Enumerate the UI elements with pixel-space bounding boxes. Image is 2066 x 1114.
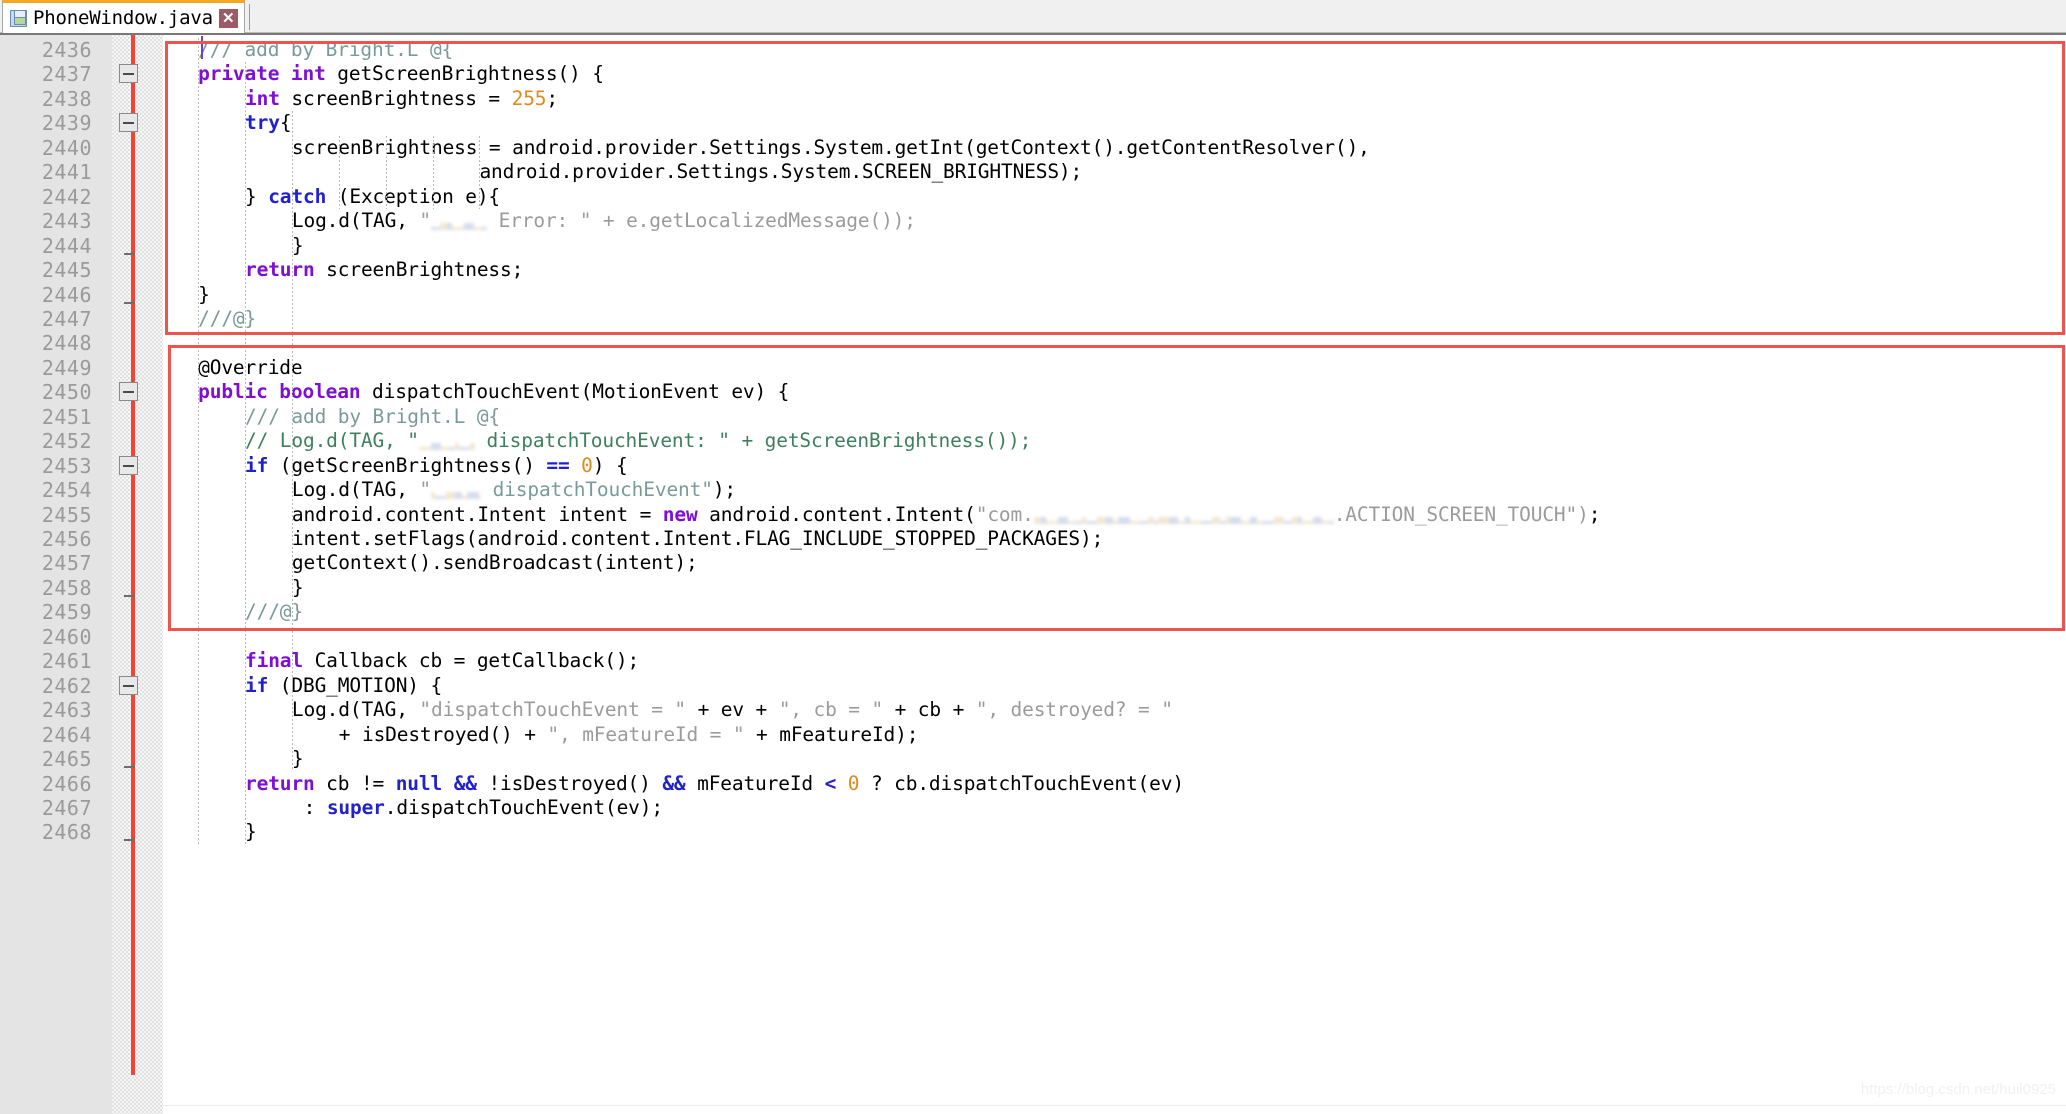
fold-collapse-icon[interactable] <box>119 382 138 402</box>
code-line[interactable]: } <box>292 747 304 771</box>
line-number: 2444 <box>41 233 92 258</box>
folding-gutter[interactable] <box>112 35 163 1114</box>
line-number: 2440 <box>41 135 92 160</box>
code-line[interactable]: /// add by Bright.L @{ <box>245 405 500 429</box>
tab-phonewindow-java[interactable]: PhoneWindow.java ✕ <box>2 0 245 33</box>
line-number: 2438 <box>41 86 92 111</box>
fold-end-icon <box>124 301 135 304</box>
code-line[interactable]: intent.setFlags(android.content.Intent.F… <box>292 527 1103 551</box>
line-number: 2457 <box>41 551 92 576</box>
line-number: 2447 <box>41 306 92 331</box>
line-number: 2448 <box>41 331 92 356</box>
code-line[interactable]: android.content.Intent intent = new andr… <box>292 503 1601 527</box>
line-number: 2453 <box>41 453 92 478</box>
code-line[interactable]: Log.d(TAG, "dispatchTouchEvent = " + ev … <box>292 698 1173 722</box>
fold-end-icon <box>124 594 135 597</box>
line-number: 2455 <box>41 502 92 527</box>
save-file-icon <box>10 9 27 27</box>
code-line[interactable]: } <box>245 820 257 844</box>
fold-collapse-icon[interactable] <box>119 64 138 84</box>
code-line[interactable]: private int getScreenBrightness() { <box>198 62 604 86</box>
code-line[interactable]: ///@} <box>245 600 303 624</box>
line-number: 2468 <box>41 820 92 845</box>
code-editor[interactable]: 2436 2437 2438 2439 2440 2441 2442 2443 2444 2445… <box>0 33 2066 1114</box>
fold-end-icon <box>124 252 135 255</box>
code-line[interactable]: } <box>292 576 304 600</box>
line-number: 2454 <box>41 478 92 503</box>
redacted-text <box>1033 510 1334 524</box>
line-number: 2436 <box>41 38 92 62</box>
code-line[interactable]: /// add by Bright.L @{ <box>198 38 453 62</box>
line-number-gutter: 2436 2437 2438 2439 2440 2441 2442 2443 2444 2445… <box>0 35 112 1114</box>
code-line[interactable]: return cb != null && !isDestroyed() && m… <box>245 772 1184 796</box>
line-number: 2449 <box>41 355 92 380</box>
line-number: 2443 <box>41 209 92 234</box>
line-number: 2462 <box>41 673 92 698</box>
fold-collapse-icon[interactable] <box>119 455 138 475</box>
code-line[interactable]: public boolean dispatchTouchEvent(Motion… <box>198 380 789 404</box>
indent-guide <box>198 38 200 845</box>
code-line[interactable]: @Override <box>198 356 302 380</box>
line-number: 2465 <box>41 747 92 772</box>
tab-label: PhoneWindow.java <box>33 7 213 29</box>
fold-collapse-icon[interactable] <box>119 113 138 133</box>
code-line[interactable]: getContext().sendBroadcast(intent); <box>292 551 698 575</box>
line-number: 2445 <box>41 258 92 283</box>
line-number: 2452 <box>41 429 92 454</box>
watermark-text: https://blog.csdn.net/huil0925 <box>1860 1081 2056 1098</box>
code-line[interactable]: } <box>292 234 304 258</box>
indent-guide <box>432 135 434 210</box>
line-number: 2460 <box>41 624 92 649</box>
line-number: 2459 <box>41 600 92 625</box>
line-number: 2450 <box>41 380 92 405</box>
line-number: 2441 <box>41 160 92 185</box>
indent-guide <box>291 111 293 772</box>
editor-tab-bar: PhoneWindow.java ✕ <box>0 0 2066 33</box>
line-number: 2461 <box>41 649 92 674</box>
redacted-text <box>431 216 487 231</box>
line-number: 2466 <box>41 771 92 796</box>
code-line[interactable]: : super.dispatchTouchEvent(ev); <box>304 796 663 820</box>
line-number: 2442 <box>41 184 92 209</box>
line-number: 2456 <box>41 527 92 551</box>
line-number: 2467 <box>41 795 92 820</box>
code-line[interactable]: // Log.d(TAG, " dispatchTouchEvent: " + … <box>245 429 1031 453</box>
code-text-area[interactable]: /// add by Bright.L @{private int getScr… <box>163 35 2066 1114</box>
indent-guide <box>245 62 247 845</box>
code-line[interactable]: android.provider.Settings.System.SCREEN_… <box>479 160 1082 184</box>
change-marker-bar <box>131 35 135 1075</box>
redacted-text <box>431 485 481 500</box>
line-number: 2439 <box>41 111 92 136</box>
code-line[interactable]: try{ <box>245 111 292 135</box>
code-line[interactable]: } catch (Exception e){ <box>245 185 500 209</box>
code-line[interactable]: screenBrightness = android.provider.Sett… <box>292 136 1370 160</box>
tab-divider <box>249 4 250 30</box>
code-line[interactable]: Log.d(TAG, " dispatchTouchEvent"); <box>292 478 736 502</box>
indent-guide <box>385 135 387 210</box>
line-number: 2463 <box>41 698 92 723</box>
fold-collapse-icon[interactable] <box>119 675 138 695</box>
close-icon[interactable]: ✕ <box>218 8 238 28</box>
code-line[interactable]: if (getScreenBrightness() == 0) { <box>245 454 628 478</box>
fold-end-icon <box>124 766 135 769</box>
code-line[interactable]: return screenBrightness; <box>245 258 523 282</box>
line-number: 2458 <box>41 575 92 600</box>
code-line[interactable]: final Callback cb = getCallback(); <box>245 649 639 673</box>
line-number: 2464 <box>41 722 92 747</box>
code-line[interactable]: if (DBG_MOTION) { <box>245 674 442 698</box>
line-number: 2451 <box>41 404 92 429</box>
code-line[interactable]: Log.d(TAG, " Error: " + e.getLocalizedMe… <box>292 209 916 233</box>
redacted-text <box>418 436 475 451</box>
line-number: 2446 <box>41 282 92 307</box>
code-line[interactable]: int screenBrightness = 255; <box>245 87 558 111</box>
code-line[interactable]: ///@} <box>198 307 256 331</box>
text-caret <box>201 36 203 59</box>
bottom-divider <box>163 1105 2066 1106</box>
code-line[interactable]: + isDestroyed() + ", mFeatureId = " + mF… <box>339 723 919 747</box>
fold-end-icon <box>124 839 135 842</box>
line-number: 2437 <box>41 62 92 87</box>
indent-guide <box>338 135 340 210</box>
code-line[interactable]: } <box>198 283 210 307</box>
indent-guide <box>479 135 481 210</box>
